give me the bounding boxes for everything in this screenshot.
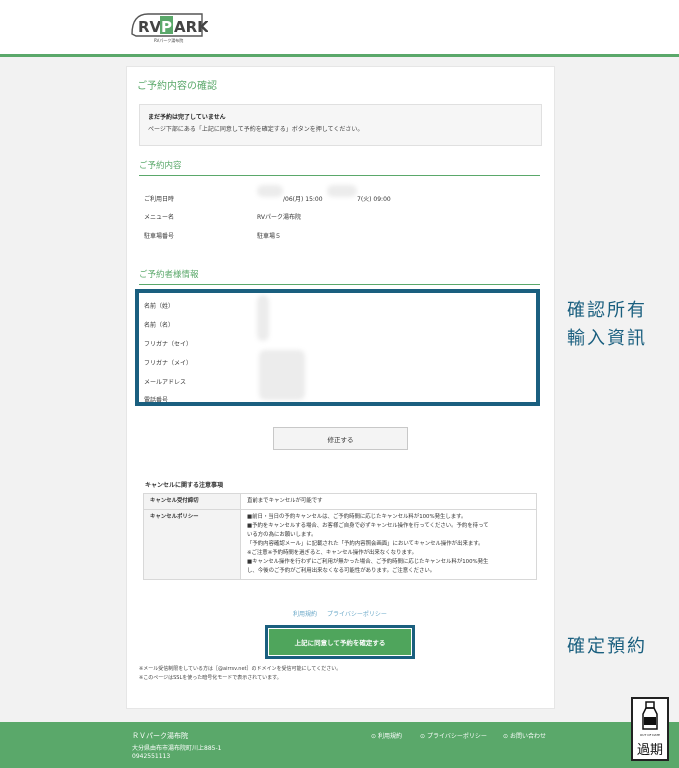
rvpark-logo[interactable]: RV P ARK RVパーク湯布院: [128, 8, 208, 44]
cancel-heading: キャンセルに関する注意事項: [145, 482, 224, 489]
confirm-booking-button[interactable]: 上記に同意して予約を確定する: [269, 629, 411, 655]
chevron-right-icon: ⊙: [371, 733, 378, 740]
chevron-right-icon: ⊙: [503, 733, 510, 740]
policy-line: ■前日・当日の予約キャンセルは、ご予約時間に応じたキャンセル料が100%発生しま…: [247, 514, 467, 520]
incomplete-notice: まだ予約は完了していません ページ下部にある「上記に同意して予約を確定する」ボタ…: [139, 104, 542, 146]
chevron-right-icon: ⊙: [420, 733, 427, 740]
field-label-datetime: ご利用日時: [144, 196, 175, 203]
page-title: ご予約内容の確認: [137, 81, 217, 92]
note-line: ※このページはSSLを使った暗号化モードで表示されています。: [139, 675, 282, 681]
out-of-date-stamp: OUT OF DATE 過期: [631, 697, 669, 761]
notice-body: ページ下部にある「上記に同意して予約を確定する」ボタンを押してください。: [148, 126, 364, 133]
redacted-blur: [327, 185, 357, 197]
policy-line: いる方の為にお願いします。: [247, 532, 317, 538]
table-row: キャンセル受付締切 直前までキャンセルが可能です: [143, 493, 537, 510]
field-label-menu: メニュー名: [144, 214, 175, 221]
footer-tel: 0942551113: [132, 753, 171, 760]
highlight-box-customer-info: [135, 289, 540, 406]
reservation-heading: ご予約内容: [139, 159, 540, 176]
svg-text:RVパーク湯布院: RVパーク湯布院: [154, 37, 183, 43]
field-value-parking: 駐車場５: [257, 233, 282, 240]
policy-line: ■予約をキャンセルする場合、お客様ご自身で必ずキャンセル操作を行ってください。予…: [247, 523, 489, 529]
svg-text:RV: RV: [138, 18, 162, 36]
footer-link-privacy[interactable]: ⊙ プライバシーポリシー: [420, 731, 487, 740]
field-label-parking: 駐車場番号: [144, 233, 175, 240]
footer-link-terms[interactable]: ⊙ 利用規約: [371, 731, 402, 740]
annotation-confirm-all-line1: 確認所有: [567, 300, 647, 321]
table-row: キャンセルポリシー ■前日・当日の予約キャンセルは、ご予約時間に応じたキャンセル…: [143, 509, 537, 580]
svg-text:P: P: [161, 18, 172, 36]
redacted-blur: [257, 185, 283, 197]
policy-line: 「予約内容確認メール」に記載された「予約内容照会画面」においてキャンセル操作が出…: [247, 541, 484, 547]
policy-line: し、今後のご予約がご利用出来なくなる可能性があります。ご注意ください。: [247, 568, 436, 574]
svg-text:ARK: ARK: [174, 18, 208, 36]
policy-line: ※ご注意※予約時間を過ぎると、キャンセル操作が出来なくなります。: [247, 550, 417, 556]
cancel-policy-table: キャンセル受付締切 直前までキャンセルが可能です キャンセルポリシー ■前日・当…: [143, 493, 537, 580]
site-footer: ＲＶパーク湯布院 大分県由布市湯布院町川上885-1 0942551113 ⊙ …: [0, 722, 679, 768]
cancel-policy-label: キャンセルポリシー: [143, 509, 241, 580]
field-value-datetime-end: 7(火) 09:00: [357, 196, 391, 203]
terms-link[interactable]: 利用規約: [293, 611, 317, 618]
policy-line: ■キャンセル操作を行わずにご利用が無かった場合、ご予約時間に応じたキャンセル料が…: [247, 559, 489, 565]
footer-address: 大分県由布市湯布院町川上885-1: [132, 745, 222, 752]
annotation-confirm-all-line2: 輸入資訊: [567, 328, 647, 349]
privacy-link[interactable]: プライバシーポリシー: [327, 611, 387, 618]
cancel-deadline-value: 直前までキャンセルが可能です: [240, 493, 537, 510]
site-header: RV P ARK RVパーク湯布院: [0, 0, 679, 57]
field-value-menu: RVパーク湯布院: [257, 214, 301, 221]
annotation-confirm-booking: 確定預約: [567, 636, 647, 657]
stamp-top-text: OUT OF DATE: [639, 733, 661, 737]
cancel-policy-value: ■前日・当日の予約キャンセルは、ご予約時間に応じたキャンセル料が100%発生しま…: [240, 509, 537, 580]
customer-heading: ご予約者様情報: [139, 268, 540, 285]
policy-links: 利用規約 プライバシーポリシー: [293, 609, 395, 618]
edit-button[interactable]: 修正する: [273, 427, 408, 450]
footer-link-contact[interactable]: ⊙ お問い合わせ: [503, 731, 546, 740]
footer-name: ＲＶパーク湯布院: [132, 732, 188, 740]
field-value-datetime-start: /06(月) 15:00: [283, 196, 323, 203]
notice-title: まだ予約は完了していません: [148, 114, 226, 121]
note-line: ※メール受信制限をしている方は［@airrsv.net］のドメインを受信可能にし…: [139, 666, 342, 672]
stamp-label: 過期: [636, 743, 663, 758]
milk-bottle-icon: [642, 701, 658, 730]
cancel-deadline-label: キャンセル受付締切: [143, 493, 241, 510]
